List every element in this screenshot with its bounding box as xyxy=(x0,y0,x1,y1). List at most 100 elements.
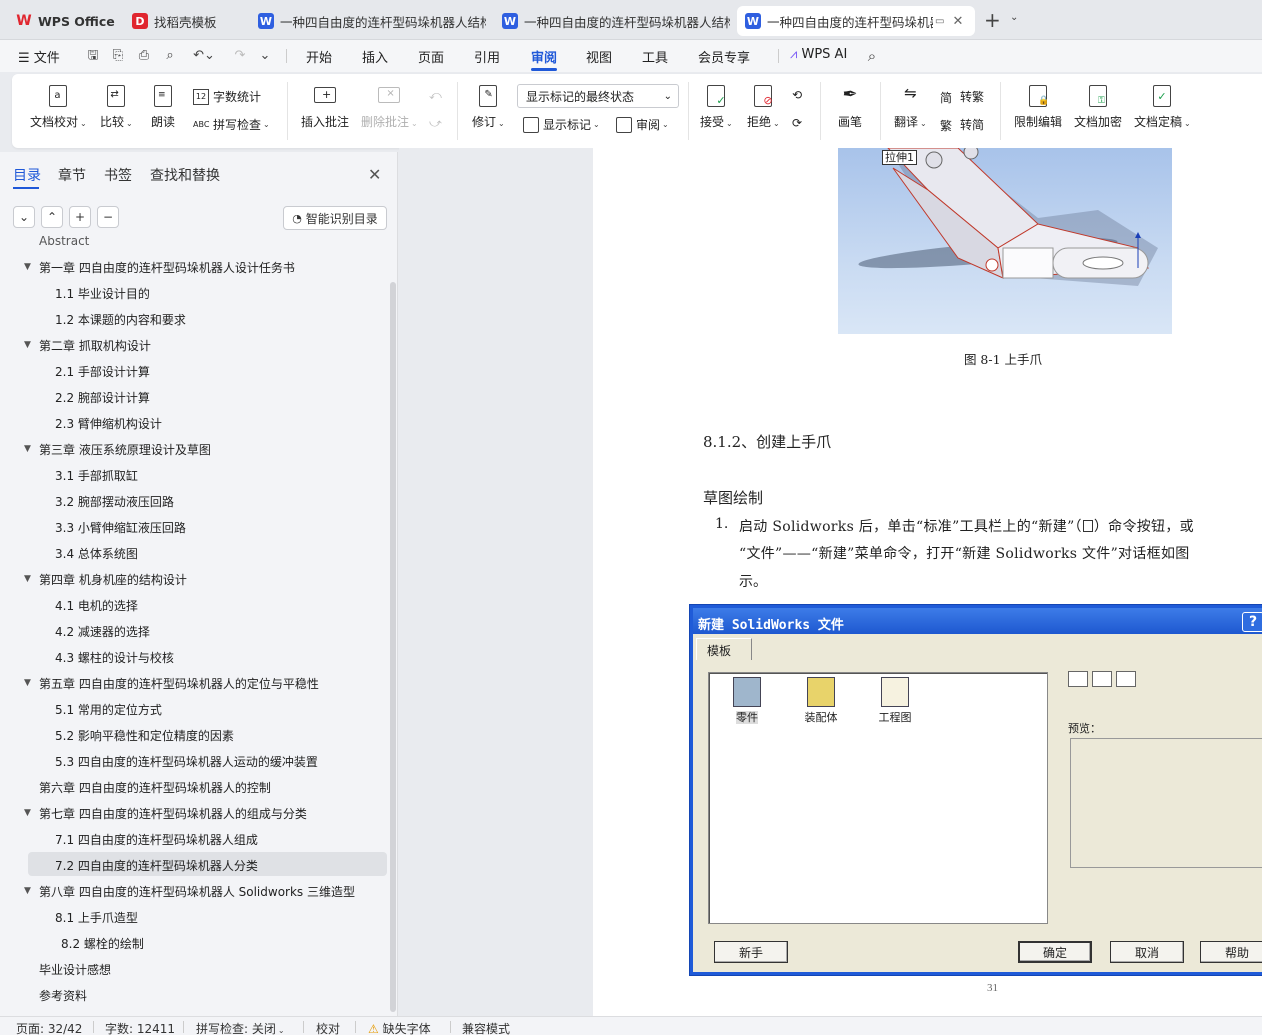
toc-item[interactable]: 参考资料 xyxy=(0,982,390,1008)
toc-item[interactable]: 4.1 电机的选择 xyxy=(0,592,390,618)
menu-member[interactable]: 会员专享 xyxy=(698,47,750,66)
expand-triangle-icon[interactable]: ▼ xyxy=(24,808,31,818)
menu-page[interactable]: 页面 xyxy=(418,47,444,66)
toc-item[interactable]: 8.2 螺栓的绘制 xyxy=(0,930,390,956)
read-aloud-button[interactable]: ≡ 朗读 xyxy=(151,84,175,130)
tab-find-replace[interactable]: 查找和替换 xyxy=(150,165,220,185)
next-change-icon[interactable]: ⟳ xyxy=(792,116,802,130)
restrict-edit-button[interactable]: 🔒 限制编辑 xyxy=(1014,84,1062,130)
status-page[interactable]: 页面: 32/42 xyxy=(16,1020,82,1035)
toc-item[interactable]: 2.3 臂伸缩机构设计 xyxy=(0,410,390,436)
to-traditional-button[interactable]: 简 转繁 xyxy=(940,88,984,105)
status-word-count[interactable]: 字数: 12411 xyxy=(105,1020,175,1035)
undo-icon[interactable]: ↶⌄ xyxy=(190,48,218,64)
tab-document-1[interactable]: W 一种四自由度的连杆型码垛机器人结构 xyxy=(250,6,486,36)
tab-wps-office[interactable]: W WPS Office xyxy=(8,6,120,36)
toc-item[interactable]: 1.2 本课题的内容和要求 xyxy=(0,306,390,332)
toc-item[interactable]: 7.1 四自由度的连杆型码垛机器人组成 xyxy=(0,826,390,852)
toc-item[interactable]: 2.1 手部设计计算 xyxy=(0,358,390,384)
pen-button[interactable]: ✒ 画笔 xyxy=(838,84,862,130)
markup-state-select[interactable]: 显示标记的最终状态 ⌄ xyxy=(517,84,679,108)
menu-start[interactable]: 开始 xyxy=(306,47,332,66)
toc-item[interactable]: 7.2 四自由度的连杆型码垛机器人分类 xyxy=(0,852,390,878)
toc-item[interactable]: Abstract xyxy=(0,236,390,254)
toc-item[interactable]: ▼ 第八章 四自由度的连杆型码垛机器人 Solidworks 三维造型 xyxy=(0,878,390,904)
word-count-button[interactable]: 12 字数统计 xyxy=(193,88,261,105)
toc-item[interactable]: 8.1 上手爪造型 xyxy=(0,904,390,930)
toc-item[interactable]: 3.4 总体系统图 xyxy=(0,540,390,566)
toc-item[interactable]: 5.3 四自由度的连杆型码垛机器人运动的缓冲装置 xyxy=(0,748,390,774)
toc-item[interactable]: ▼ 第二章 抓取机构设计 xyxy=(0,332,390,358)
chevron-down-icon[interactable]: ⌄ xyxy=(1010,12,1018,23)
toc-item[interactable]: 3.1 手部抓取缸 xyxy=(0,462,390,488)
search-icon[interactable]: ⌕ xyxy=(864,48,880,64)
finalize-button[interactable]: ✓ 文档定稿 ⌄ xyxy=(1134,84,1191,130)
accept-button[interactable]: ✓ 接受 ⌄ xyxy=(700,84,733,130)
insert-comment-button[interactable]: + 插入批注 xyxy=(301,84,349,130)
encrypt-button[interactable]: ⚿ 文档加密 xyxy=(1074,84,1122,130)
toc-item[interactable]: 4.3 螺柱的设计与校核 xyxy=(0,644,390,670)
status-missing-font[interactable]: ⚠ 缺失字体 xyxy=(368,1020,431,1035)
tab-document-active[interactable]: W 一种四自由度的连杆型码垛机器人 ▭ ✕ xyxy=(737,6,975,36)
toc-item[interactable]: 第六章 四自由度的连杆型码垛机器人的控制 xyxy=(0,774,390,800)
reject-button[interactable]: ⊘ 拒绝 ⌄ xyxy=(747,84,780,130)
menu-references[interactable]: 引用 xyxy=(474,47,500,66)
expand-triangle-icon[interactable]: ▼ xyxy=(24,262,31,272)
expand-triangle-icon[interactable]: ▼ xyxy=(24,340,31,350)
tab-bookmarks[interactable]: 书签 xyxy=(104,165,132,185)
toc-item[interactable]: 5.1 常用的定位方式 xyxy=(0,696,390,722)
tab-toc[interactable]: 目录 xyxy=(13,165,41,185)
toc-item[interactable]: ▼ 第三章 液压系统原理设计及草图 xyxy=(0,436,390,462)
remove-heading-icon[interactable]: − xyxy=(97,206,119,228)
save-icon[interactable]: 🖫 xyxy=(85,48,101,64)
new-tab-icon[interactable]: + xyxy=(984,10,1001,30)
toc-item[interactable]: ▼ 第七章 四自由度的连杆型码垛机器人的组成与分类 xyxy=(0,800,390,826)
status-spell-check[interactable]: 拼写检查: 关闭 ⌄ xyxy=(196,1020,285,1035)
wps-ai-button[interactable]: ⩘ WPS AI xyxy=(790,47,847,62)
toc-item[interactable]: 毕业设计感想 xyxy=(0,956,390,982)
expand-triangle-icon[interactable]: ▼ xyxy=(24,678,31,688)
tab-sections[interactable]: 章节 xyxy=(58,165,86,185)
toc-item[interactable]: 2.2 腕部设计计算 xyxy=(0,384,390,410)
menu-insert[interactable]: 插入 xyxy=(362,47,388,66)
toc-item[interactable]: ▼ 第四章 机身机座的结构设计 xyxy=(0,566,390,592)
add-heading-icon[interactable]: + xyxy=(69,206,91,228)
toc-item[interactable]: ▼ 第五章 四自由度的连杆型码垛机器人的定位与平稳性 xyxy=(0,670,390,696)
expand-triangle-icon[interactable]: ▼ xyxy=(24,886,31,896)
show-markup-button[interactable]: 显示标记 ⌄ xyxy=(523,116,600,133)
menu-tools[interactable]: 工具 xyxy=(642,47,668,66)
tab-docer-templates[interactable]: D 找稻壳模板 xyxy=(124,6,244,36)
expand-triangle-icon[interactable]: ▼ xyxy=(24,574,31,584)
toc-item[interactable]: 1.1 毕业设计目的 xyxy=(0,280,390,306)
menu-view[interactable]: 视图 xyxy=(586,47,612,66)
previous-change-icon[interactable]: ⟲ xyxy=(792,88,802,102)
close-icon[interactable]: ✕ xyxy=(368,165,381,184)
spell-check-button[interactable]: ABC 拼写检查 ⌄ xyxy=(193,116,270,133)
share-icon[interactable]: ⎘ xyxy=(110,48,126,64)
delete-comment-button[interactable]: × 删除批注 ⌄ xyxy=(361,84,418,130)
toc-item[interactable]: 3.3 小臂伸缩缸液压回路 xyxy=(0,514,390,540)
file-menu[interactable]: ☰ 文件 xyxy=(18,47,60,66)
close-tab-icon[interactable]: ✕ xyxy=(952,14,963,29)
review-pane-button[interactable]: 审阅 ⌄ xyxy=(616,116,669,133)
toc-item[interactable]: 5.2 影响平稳性和定位精度的因素 xyxy=(0,722,390,748)
expand-triangle-icon[interactable]: ▼ xyxy=(24,444,31,454)
print-icon[interactable]: ⎙ xyxy=(136,48,152,64)
print-preview-icon[interactable]: ⌕ xyxy=(162,48,178,64)
toc-item[interactable]: 4.2 减速器的选择 xyxy=(0,618,390,644)
translate-button[interactable]: ⇋ 翻译 ⌄ xyxy=(894,84,927,130)
to-simplified-button[interactable]: 繁 转简 xyxy=(940,116,984,133)
next-comment-icon[interactable]: ⤻ xyxy=(429,116,442,131)
redo-icon[interactable]: ↷ xyxy=(230,48,250,64)
more-quick-icon[interactable]: ⌄ xyxy=(257,48,273,64)
status-proof[interactable]: 校对 xyxy=(316,1020,340,1035)
smart-toc-button[interactable]: ◔ 智能识别目录 xyxy=(283,206,387,230)
toc-item[interactable]: 3.2 腕部摆动液压回路 xyxy=(0,488,390,514)
compare-button[interactable]: ⇄ 比较 ⌄ xyxy=(100,84,133,130)
menu-review[interactable]: 审阅 xyxy=(531,47,557,66)
previous-comment-icon[interactable]: ⤺ xyxy=(429,88,442,103)
proofread-button[interactable]: a 文档校对 ⌄ xyxy=(30,84,87,130)
collapse-down-icon[interactable]: ⌄ xyxy=(13,206,35,228)
tab-document-2[interactable]: W 一种四自由度的连杆型码垛机器人结构 xyxy=(494,6,730,36)
track-changes-button[interactable]: ✎ 修订 ⌄ xyxy=(472,84,505,130)
